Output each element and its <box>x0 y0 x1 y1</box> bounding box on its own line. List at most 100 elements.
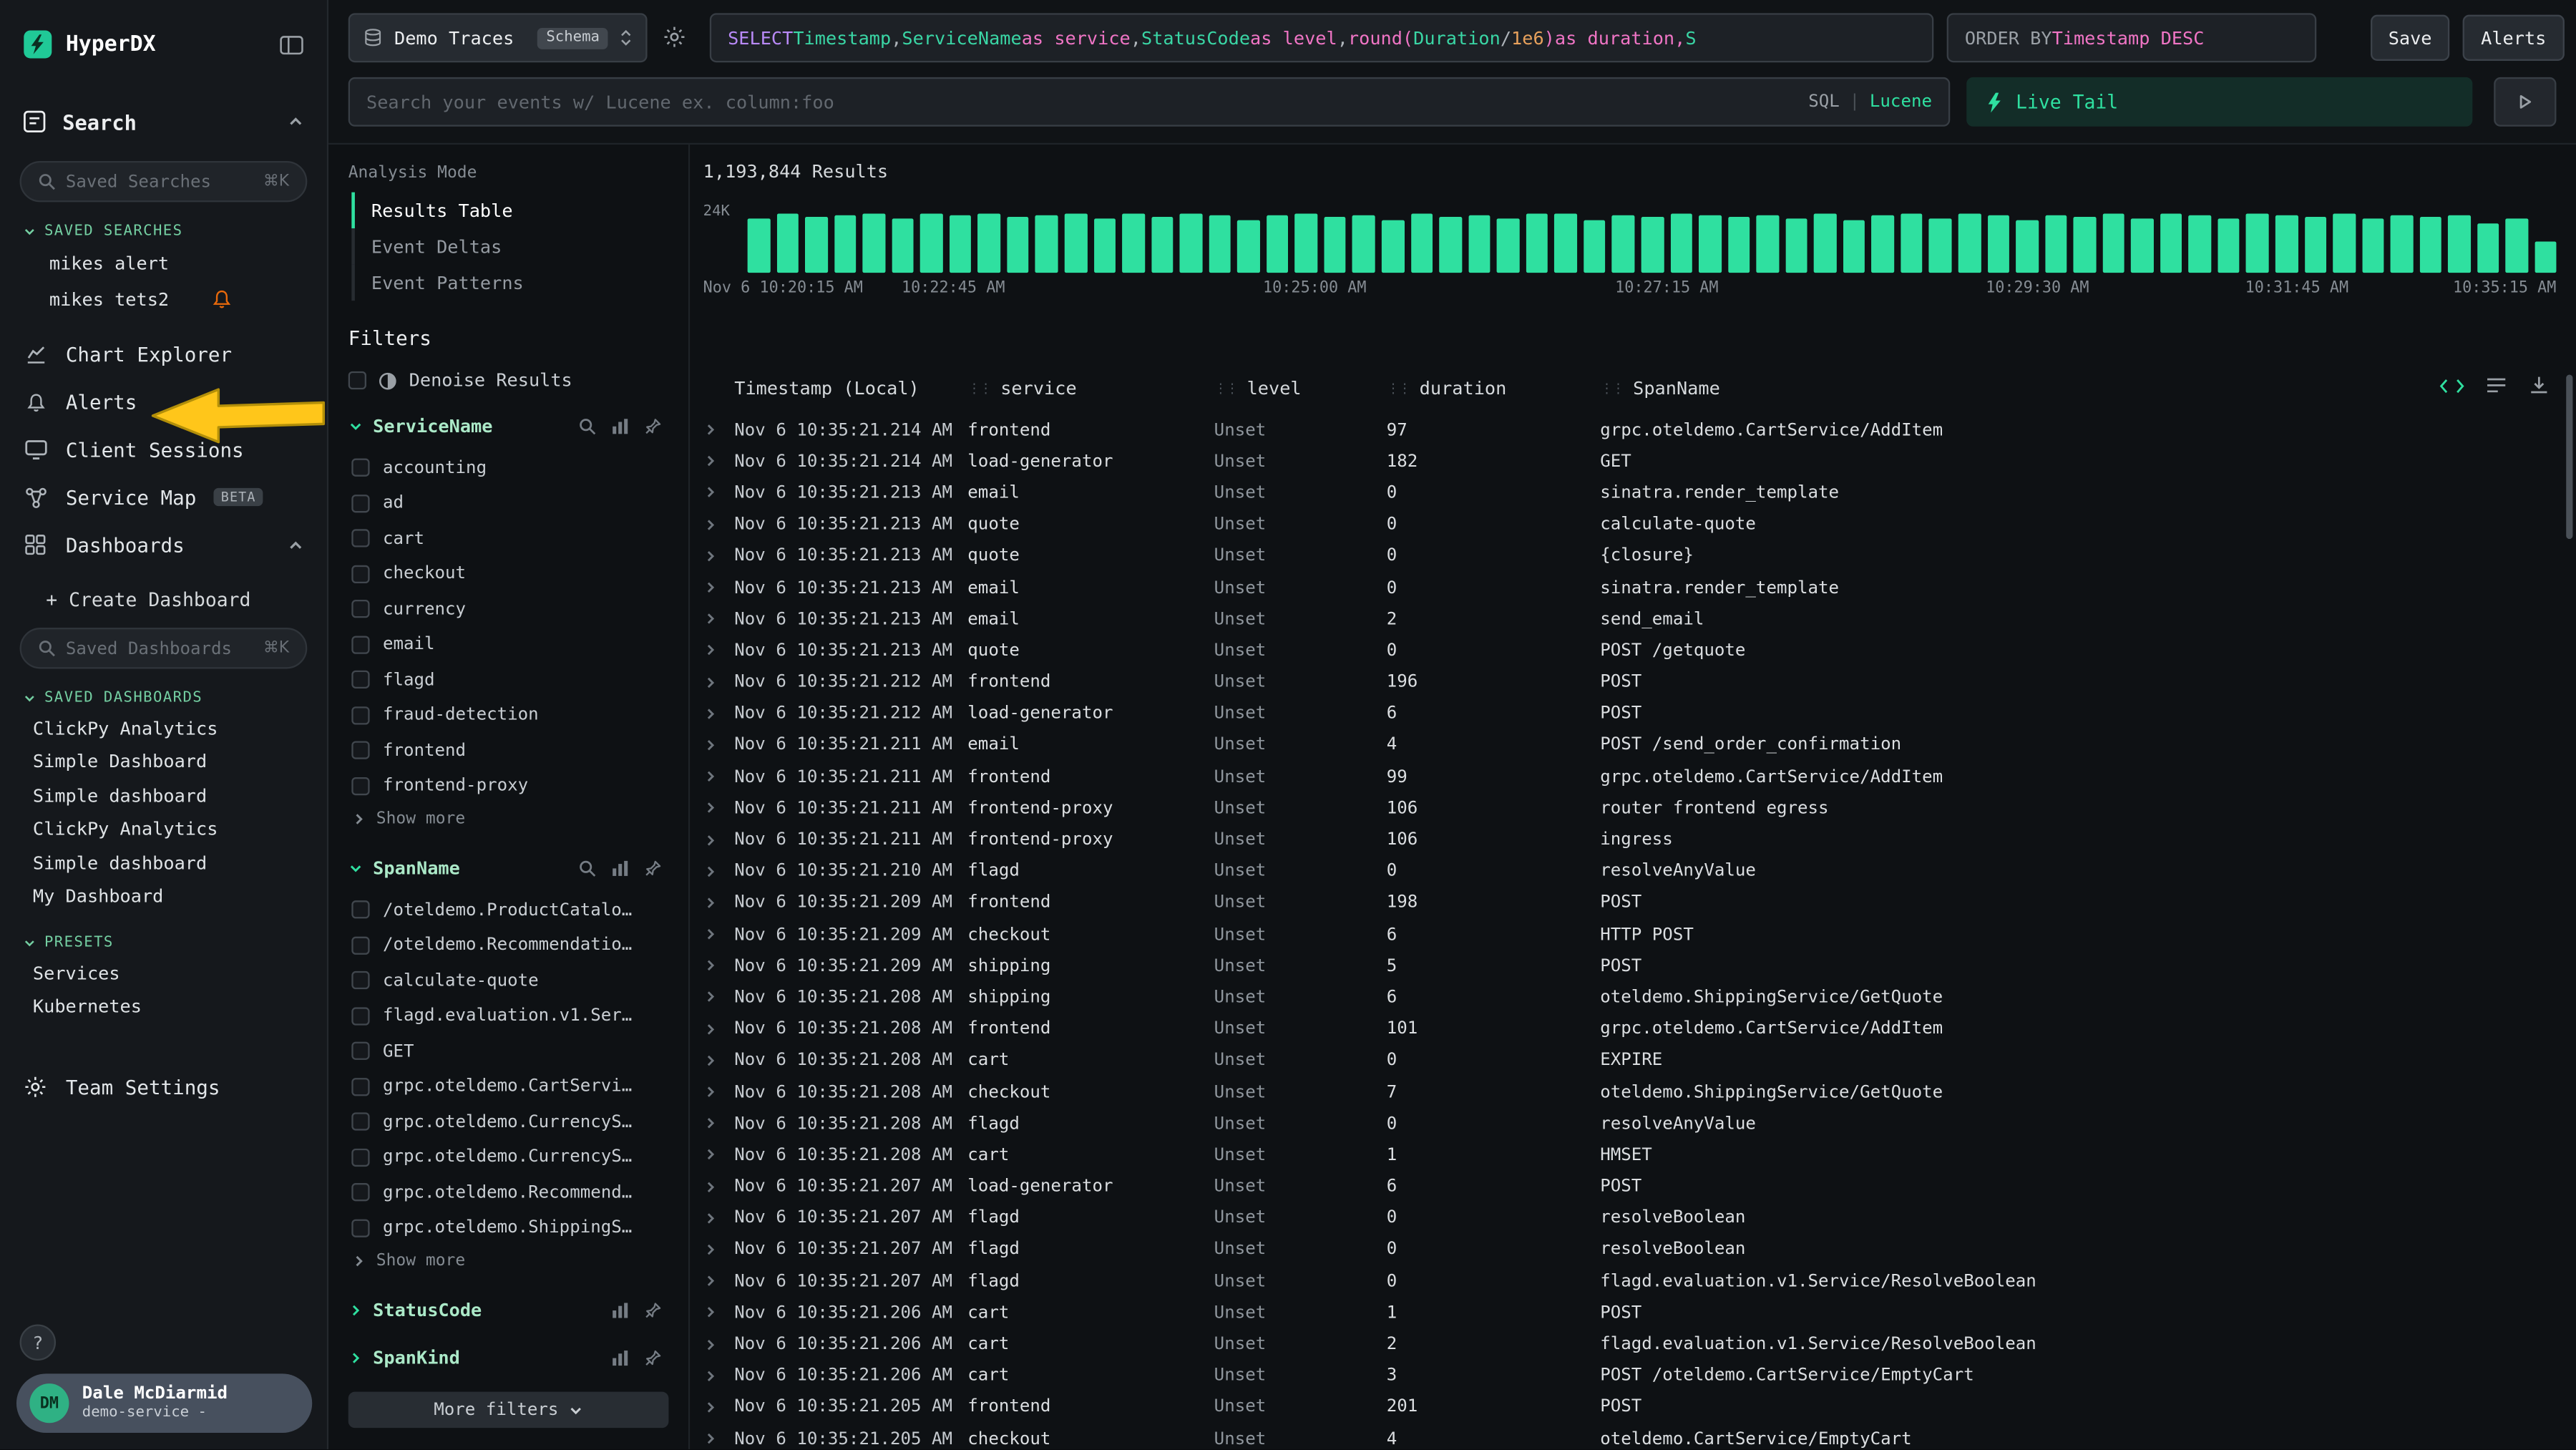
expand-row-icon[interactable] <box>698 675 735 690</box>
nav-item-service-map[interactable]: Service MapBETA <box>0 473 327 521</box>
alerts-button[interactable]: Alerts <box>2463 15 2565 61</box>
saved-dashboards-section[interactable]: SAVED DASHBOARDS <box>23 690 327 706</box>
checkbox[interactable] <box>351 459 369 477</box>
table-row[interactable]: Nov 6 10:35:21.210 AMflagdUnset0resolveA… <box>698 855 2570 887</box>
table-row[interactable]: Nov 6 10:35:21.208 AMcheckoutUnset7oteld… <box>698 1076 2570 1108</box>
scrollbar-thumb[interactable] <box>2566 374 2572 539</box>
histogram-bar[interactable] <box>978 213 1000 273</box>
chevron-up-icon[interactable] <box>288 537 304 553</box>
histogram-bar[interactable] <box>2102 213 2124 273</box>
table-row[interactable]: Nov 6 10:35:21.213 AMemailUnset0sinatra.… <box>698 477 2570 509</box>
table-row[interactable]: Nov 6 10:35:21.211 AMfrontend-proxyUnset… <box>698 792 2570 824</box>
histogram-bar[interactable] <box>1670 213 1692 273</box>
table-row[interactable]: Nov 6 10:35:21.211 AMfrontendUnset99grpc… <box>698 761 2570 792</box>
table-row[interactable]: Nov 6 10:35:21.214 AMfrontendUnset97grpc… <box>698 414 2570 446</box>
table-row[interactable]: Nov 6 10:35:21.207 AMflagdUnset0resolveB… <box>698 1234 2570 1265</box>
histogram-bar[interactable] <box>2045 215 2067 273</box>
expand-row-icon[interactable] <box>698 612 735 627</box>
checkbox[interactable] <box>351 901 369 919</box>
checkbox[interactable] <box>351 1113 369 1131</box>
preset-item[interactable]: Kubernetes <box>0 990 327 1023</box>
save-button[interactable]: Save <box>2371 15 2449 61</box>
expand-row-icon[interactable] <box>698 517 735 532</box>
histogram-bar[interactable] <box>1209 215 1231 273</box>
preset-item[interactable]: Services <box>0 956 327 990</box>
filter-checkbox-item[interactable]: accounting <box>348 450 672 485</box>
chart-icon[interactable] <box>611 1300 629 1318</box>
histogram-bar[interactable] <box>2477 223 2499 273</box>
expand-row-icon[interactable] <box>698 422 735 437</box>
expand-row-icon[interactable] <box>698 895 735 910</box>
histogram-bar[interactable] <box>1526 214 1548 273</box>
table-row[interactable]: Nov 6 10:35:21.207 AMflagdUnset0resolveB… <box>698 1202 2570 1234</box>
histogram-bar[interactable] <box>892 218 914 273</box>
expand-row-icon[interactable] <box>698 1274 735 1289</box>
histogram-bar[interactable] <box>1641 217 1664 273</box>
saved-search-item[interactable]: mikes alert <box>0 245 327 281</box>
order-by-input[interactable]: ORDER BY Timestamp DESC <box>1947 13 2317 62</box>
histogram-bar[interactable] <box>1410 213 1433 273</box>
filter-checkbox-item[interactable]: email <box>348 627 672 662</box>
nav-item-search[interactable]: Search <box>0 99 327 145</box>
checkbox[interactable] <box>351 1042 369 1060</box>
schema-badge[interactable]: Schema <box>538 27 608 49</box>
expand-row-icon[interactable] <box>698 864 735 879</box>
table-row[interactable]: Nov 6 10:35:21.205 AMcheckoutUnset4oteld… <box>698 1423 2570 1449</box>
expand-row-icon[interactable] <box>698 1021 735 1036</box>
saved-dashboard-item[interactable]: Simple Dashboard <box>0 745 327 779</box>
expand-row-icon[interactable] <box>698 1179 735 1194</box>
histogram-bar[interactable] <box>1555 213 1577 273</box>
histogram-bar[interactable] <box>1267 215 1289 273</box>
saved-dashboard-item[interactable]: ClickPy Analytics <box>0 812 327 846</box>
filter-checkbox-item[interactable]: grpc.oteldemo.CurrencyS… <box>348 1139 672 1174</box>
histogram-bar[interactable] <box>1987 215 2009 273</box>
histogram-bar[interactable] <box>1036 215 1058 273</box>
histogram-bar[interactable] <box>1065 213 1087 273</box>
table-row[interactable]: Nov 6 10:35:21.212 AMfrontendUnset196POS… <box>698 666 2570 698</box>
histogram-bar[interactable] <box>1180 213 1202 273</box>
checkbox[interactable] <box>351 530 369 548</box>
show-more-link[interactable]: Show more <box>348 804 672 833</box>
table-row[interactable]: Nov 6 10:35:21.208 AMcartUnset0EXPIRE <box>698 1045 2570 1076</box>
saved-searches-input[interactable] <box>66 172 253 192</box>
nav-item-dashboards[interactable]: Dashboards <box>0 521 327 569</box>
histogram-bar[interactable] <box>2391 215 2413 273</box>
show-more-link[interactable]: Show more <box>348 1245 672 1275</box>
histogram-bar[interactable] <box>805 217 827 273</box>
histogram-bar[interactable] <box>1238 220 1260 273</box>
histogram-bar[interactable] <box>1584 220 1606 273</box>
filter-checkbox-item[interactable]: GET <box>348 1033 672 1069</box>
search-icon[interactable] <box>578 417 596 434</box>
checkbox[interactable] <box>351 636 369 653</box>
histogram-bar[interactable] <box>2247 214 2269 273</box>
saved-dashboard-item[interactable]: Simple dashboard <box>0 779 327 812</box>
filter-group-header[interactable]: StatusCode <box>348 1296 672 1323</box>
collapse-sidebar-icon[interactable] <box>279 34 303 55</box>
denoise-results-option[interactable]: Denoise Results <box>348 370 672 391</box>
checkbox[interactable] <box>351 706 369 724</box>
histogram-bar[interactable] <box>1122 214 1144 273</box>
table-row[interactable]: Nov 6 10:35:21.209 AMcheckoutUnset6HTTP … <box>698 918 2570 950</box>
histogram-bar[interactable] <box>2362 218 2384 273</box>
histogram-bar[interactable] <box>2218 218 2240 273</box>
expand-row-icon[interactable] <box>698 548 735 563</box>
saved-search-item[interactable]: mikes tets2 <box>0 281 327 318</box>
histogram-bar[interactable] <box>1440 217 1462 273</box>
histogram-bar[interactable] <box>1353 215 1375 273</box>
source-select[interactable]: Demo Traces Schema <box>348 13 648 62</box>
saved-searches-section[interactable]: SAVED SEARCHES <box>23 223 327 240</box>
saved-dashboards-search[interactable]: ⌘K <box>20 628 308 668</box>
table-row[interactable]: Nov 6 10:35:21.205 AMfrontendUnset201POS… <box>698 1391 2570 1423</box>
histogram-bar[interactable] <box>1612 215 1634 273</box>
histogram-bar[interactable] <box>2016 220 2038 273</box>
saved-dashboard-item[interactable]: ClickPy Analytics <box>0 711 327 745</box>
expand-row-icon[interactable] <box>698 1368 735 1383</box>
column-header-level[interactable]: ⋮⋮level <box>1214 377 1387 399</box>
analysis-mode-event-deltas[interactable]: Event Deltas <box>351 228 672 265</box>
checkbox[interactable] <box>351 1184 369 1202</box>
more-filters-button[interactable]: More filters <box>348 1392 669 1429</box>
checkbox[interactable] <box>351 1007 369 1025</box>
column-header-spanname[interactable]: ⋮⋮SpanName <box>1600 377 2570 399</box>
filter-checkbox-item[interactable]: calculate-quote <box>348 963 672 998</box>
checkbox[interactable] <box>351 671 369 688</box>
